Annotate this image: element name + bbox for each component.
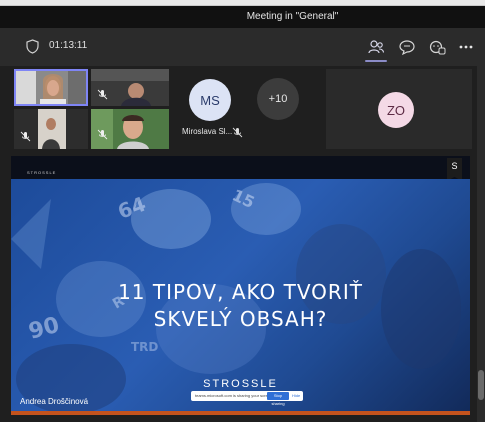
participant-avatar[interactable]: MS [189, 79, 231, 121]
meeting-timer: 01:13:11 [49, 40, 88, 51]
participant-name: Miroslava Sl... [182, 127, 233, 136]
presenter-name: Andrea Droščinová [20, 397, 89, 406]
mic-off-icon [97, 129, 108, 140]
participant-video-tile[interactable] [91, 69, 169, 106]
sharing-message: teams.microsoft.com is sharing your scre… [195, 393, 274, 398]
slide-headline-line1: 11 TIPOV, AKO TVORIŤ [118, 280, 363, 304]
slide-headline-line2: SKVELÝ OBSAH? [153, 307, 328, 331]
teams-meeting-window: Meeting in "General" 01:13:11 MS Mirosla… [0, 0, 485, 422]
slide-background: 64 15 90 R TRD 11 TIPOV, AKO TVORIŤ SKVE… [11, 179, 470, 411]
mic-off-icon [97, 89, 108, 100]
participant-video-tile[interactable] [91, 109, 169, 149]
title-bar: Meeting in "General" [0, 6, 485, 28]
more-icon[interactable] [457, 38, 475, 56]
stop-sharing-button[interactable]: Stop sharing [267, 392, 289, 406]
bottom-strip [11, 411, 470, 415]
mic-off-icon [20, 131, 31, 142]
participant-avatar[interactable]: ZO [378, 92, 414, 128]
slide-header: STROSSLE [11, 156, 470, 179]
slide-brand-small: STROSSLE [27, 170, 57, 175]
chat-icon[interactable] [398, 38, 416, 56]
more-participants-button[interactable]: +10 [257, 78, 299, 120]
people-icon[interactable] [365, 38, 387, 62]
scrollbar-track[interactable] [477, 66, 485, 422]
shield-icon[interactable] [26, 39, 39, 54]
hide-button[interactable]: Hide [292, 393, 300, 398]
reactions-icon[interactable] [428, 38, 446, 56]
slide-brand-large: STROSSLE [203, 378, 278, 390]
shared-screen: STROSSLE S 64 15 90 R TRD 11 TIPOV, AKO … [11, 156, 470, 411]
window-title: Meeting in "General" [246, 11, 339, 22]
sharing-notification-bar: teams.microsoft.com is sharing your scre… [191, 391, 303, 406]
participant-video [14, 109, 88, 149]
mic-off-icon [232, 127, 243, 138]
participant-video-tile[interactable] [14, 109, 88, 149]
scrollbar-thumb[interactable] [478, 370, 484, 400]
participant-video [91, 69, 169, 106]
svg-text:TRD: TRD [131, 340, 158, 354]
participant-video-tile[interactable] [14, 69, 88, 106]
participant-video [16, 71, 86, 104]
participant-strip: MS Miroslava Sl... +10 ZO [0, 66, 485, 152]
meeting-toolbar: 01:13:11 [0, 28, 485, 66]
